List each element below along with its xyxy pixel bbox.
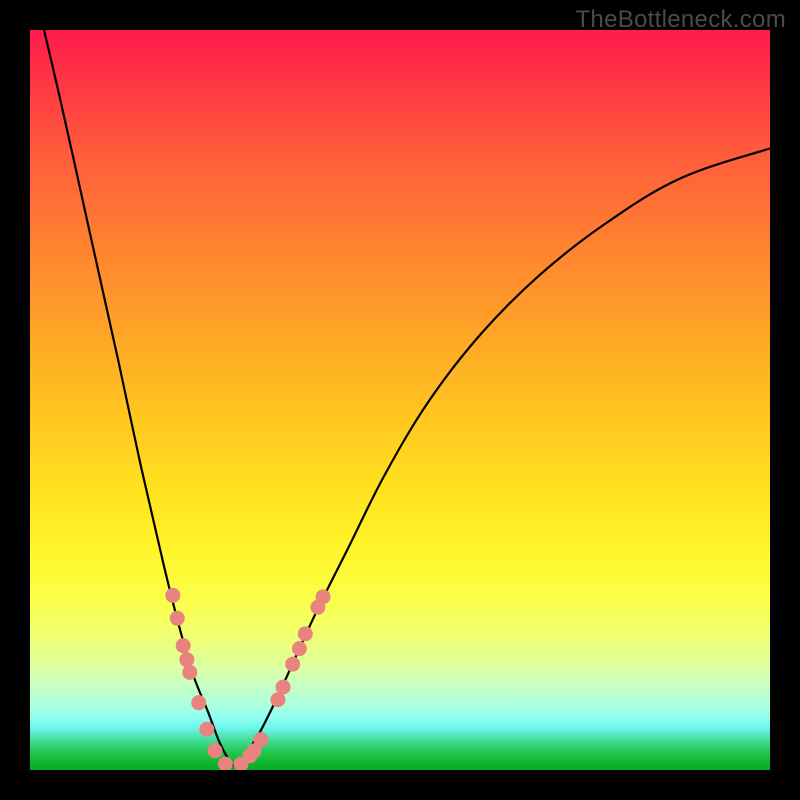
watermark-text: TheBottleneck.com <box>575 6 786 34</box>
data-dot <box>176 638 191 653</box>
chart-overlay <box>30 30 770 770</box>
chart-frame: TheBottleneck.com <box>0 0 800 800</box>
data-dot <box>292 641 307 656</box>
data-dot <box>199 722 214 737</box>
plot-area <box>30 30 770 770</box>
data-dot <box>179 652 194 667</box>
data-dot <box>285 657 300 672</box>
data-dots <box>165 588 330 770</box>
data-dot <box>170 611 185 626</box>
data-dot <box>253 732 268 747</box>
data-dot <box>298 626 313 641</box>
data-dot <box>218 757 233 770</box>
data-dot <box>208 743 223 758</box>
data-dot <box>191 695 206 710</box>
data-dot <box>165 588 180 603</box>
bottleneck-curve-left <box>30 30 234 766</box>
bottleneck-curve-right <box>234 148 771 766</box>
data-dot <box>182 665 197 680</box>
data-dot <box>316 589 331 604</box>
data-dot <box>276 680 291 695</box>
